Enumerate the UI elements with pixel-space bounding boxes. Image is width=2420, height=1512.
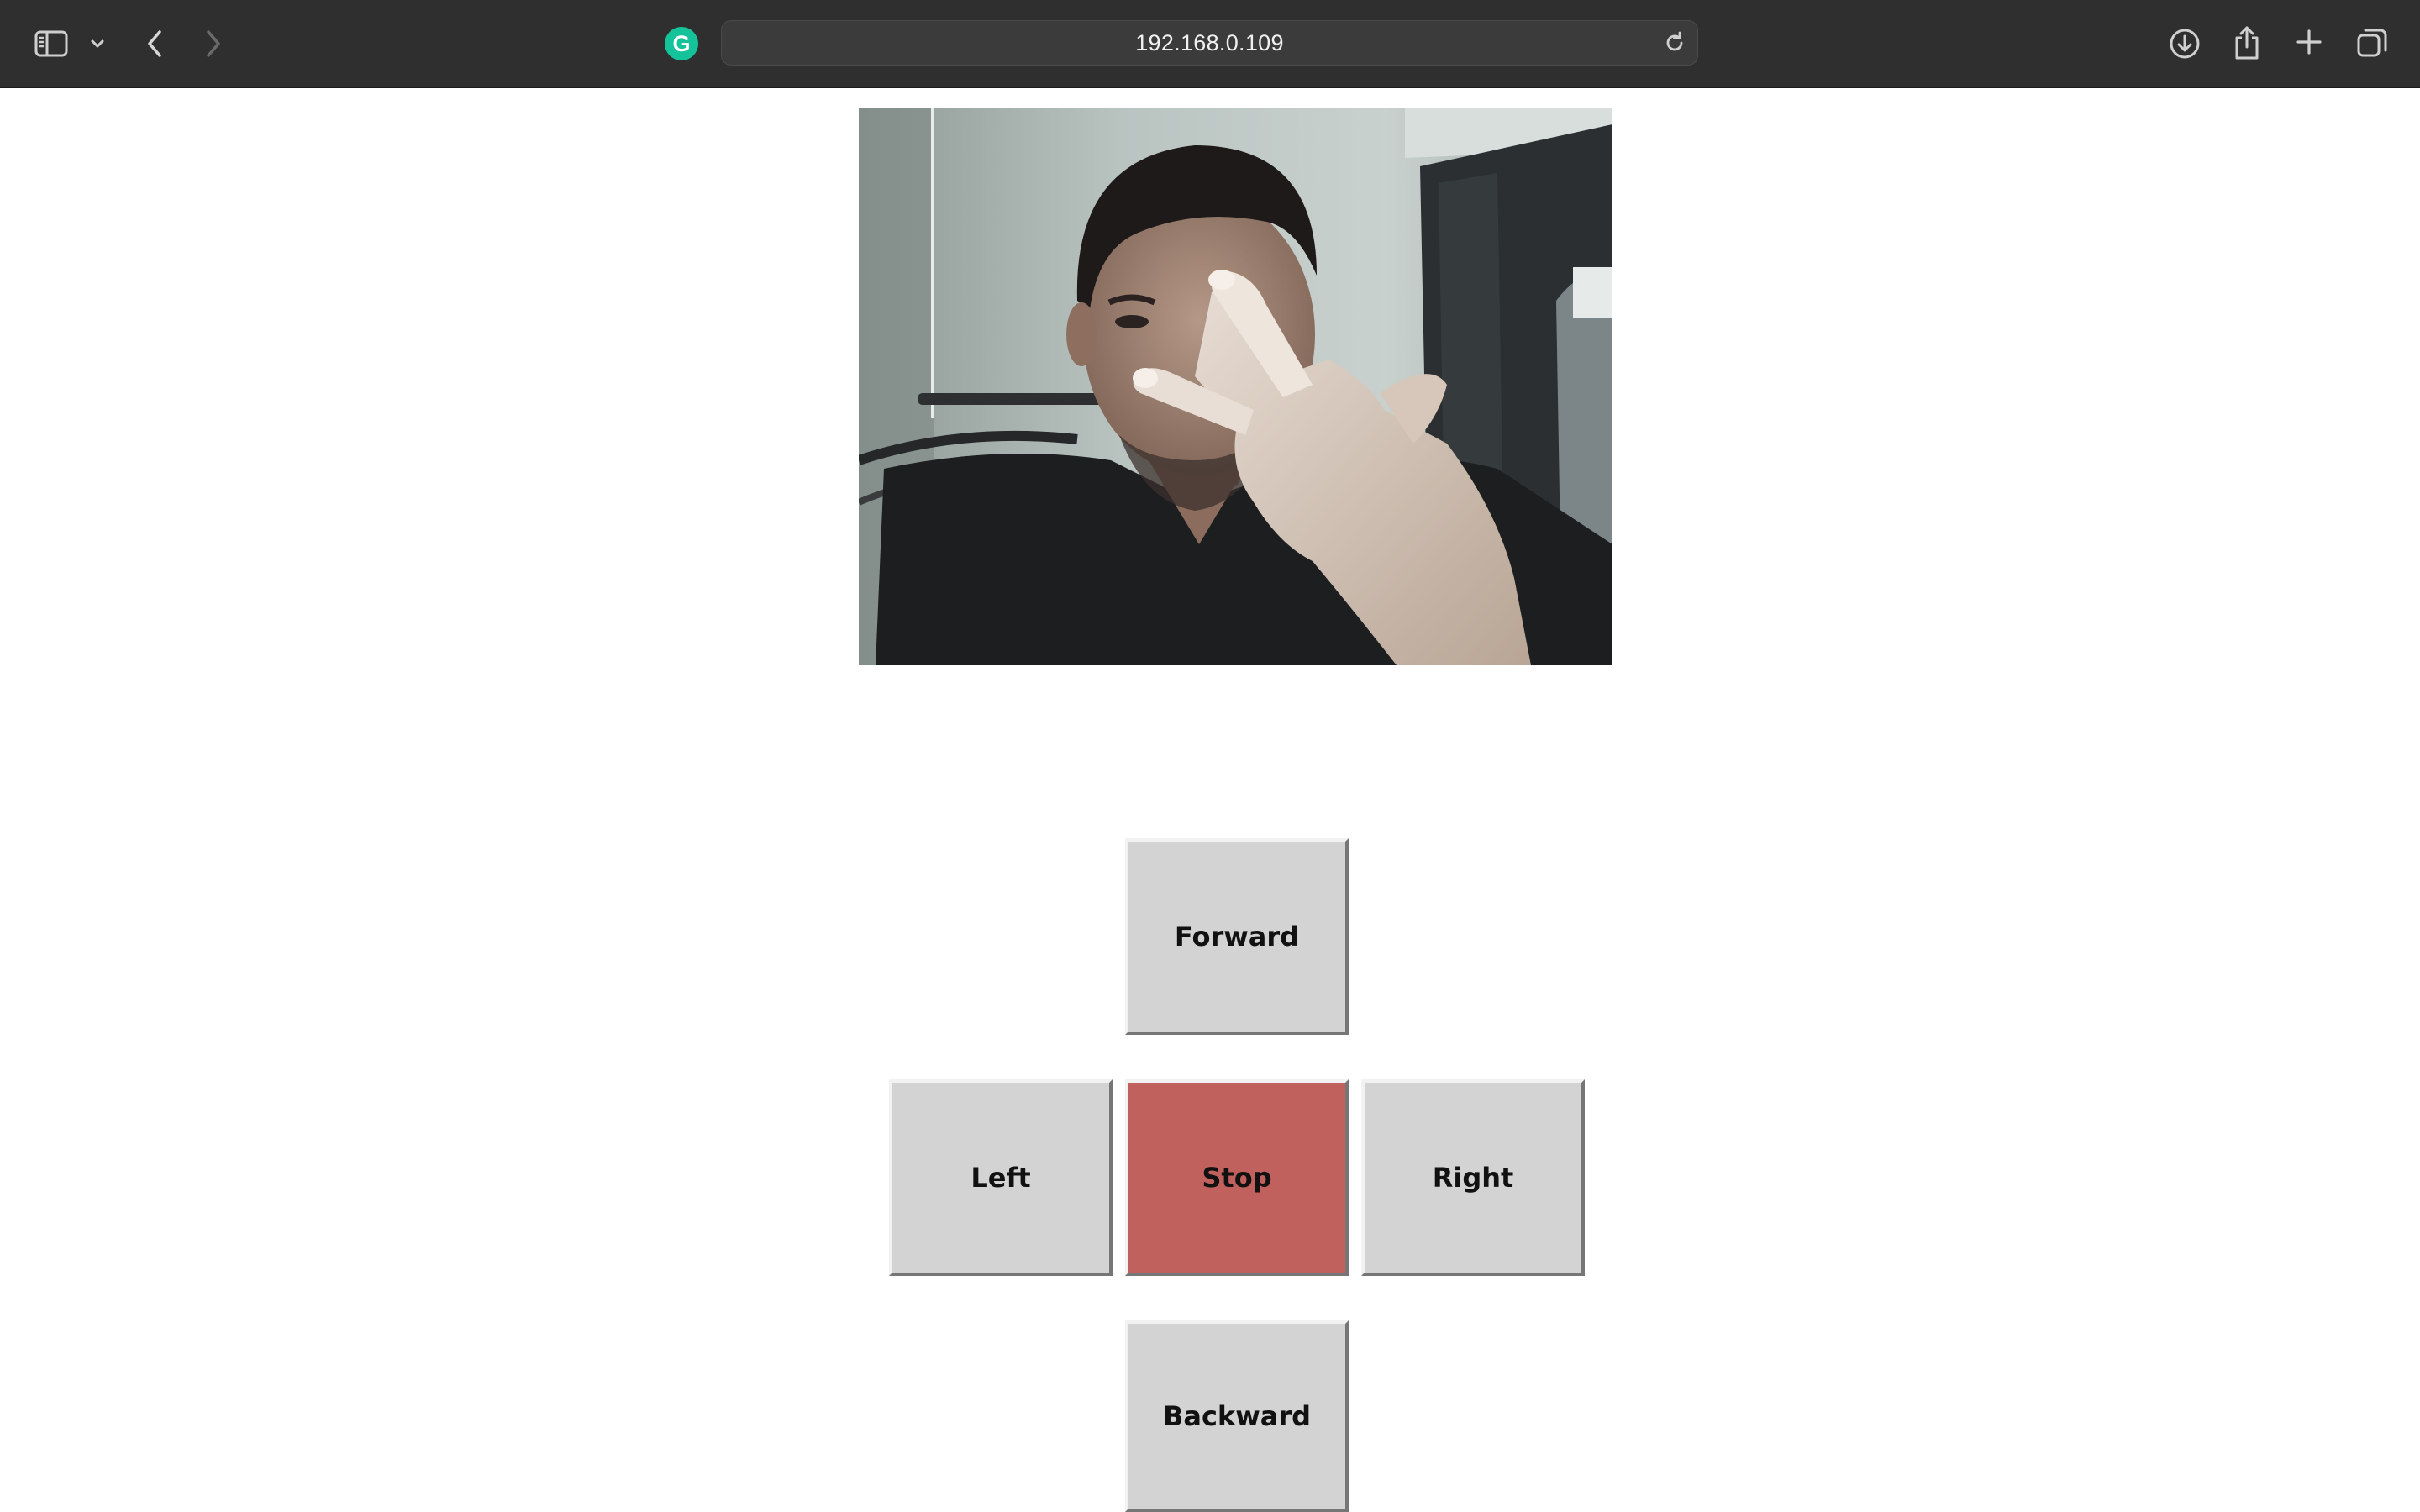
grammarly-letter: G (672, 30, 691, 56)
left-button[interactable]: Left (889, 1079, 1113, 1276)
download-icon[interactable] (2166, 25, 2203, 62)
share-icon[interactable] (2230, 24, 2264, 62)
reload-icon[interactable] (1660, 29, 1689, 57)
stop-button[interactable]: Stop (1125, 1079, 1349, 1276)
browser-toolbar: G 192.168.0.109 (0, 0, 2420, 88)
backward-button[interactable]: Backward (1125, 1320, 1349, 1512)
chevron-right-icon[interactable] (198, 25, 229, 62)
chevron-down-icon[interactable] (87, 34, 108, 54)
url-text[interactable]: 192.168.0.109 (722, 21, 1697, 65)
chevron-left-icon[interactable] (139, 25, 170, 62)
tabs-icon[interactable] (2354, 25, 2390, 60)
right-button[interactable]: Right (1361, 1079, 1585, 1276)
grammarly-icon[interactable]: G (665, 27, 698, 60)
forward-button[interactable]: Forward (1125, 838, 1349, 1035)
plus-icon[interactable] (2292, 25, 2326, 59)
address-bar[interactable]: 192.168.0.109 (721, 20, 1698, 66)
camera-feed-image (859, 108, 1612, 665)
sidebar-icon[interactable] (32, 27, 71, 60)
